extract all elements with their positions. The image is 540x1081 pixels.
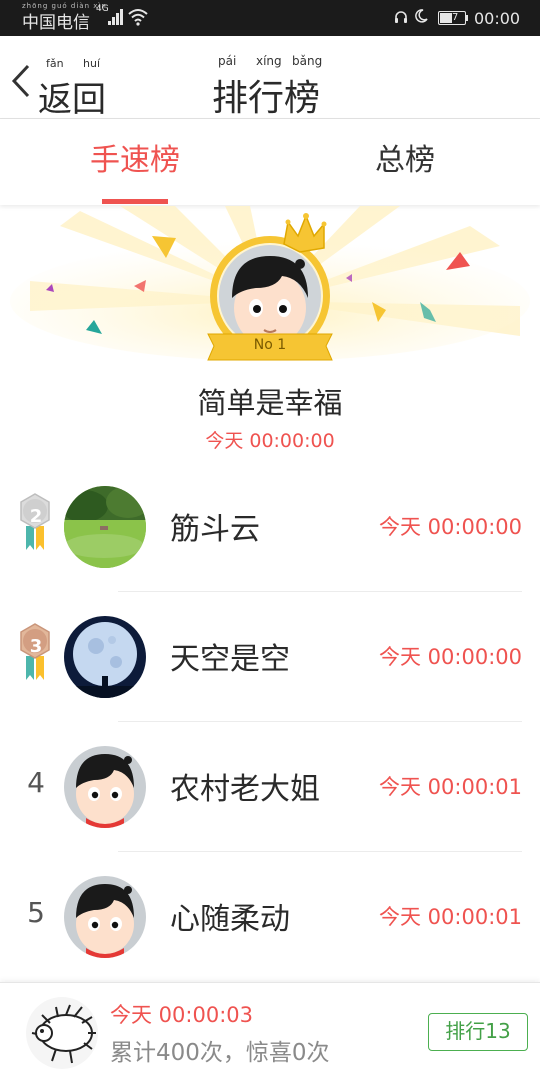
my-result-bar: 今天 00:00:03 累计400次，惊喜0次 排行13 bbox=[0, 982, 540, 1081]
user-time: 今天 00:00:01 bbox=[379, 905, 522, 929]
active-tab-indicator bbox=[102, 199, 168, 204]
my-avatar[interactable] bbox=[26, 997, 98, 1069]
network-type: 4G bbox=[96, 4, 109, 14]
avatar-moon bbox=[64, 616, 146, 698]
status-bar: zhōng guó diàn xìn 中国电信 4G 47 00:00 bbox=[0, 0, 540, 36]
champion-time: 今天 00:00:00 bbox=[205, 430, 335, 452]
carrier-name: 中国电信 bbox=[22, 13, 90, 33]
user-time: 今天 00:00:00 bbox=[379, 515, 522, 539]
crown-icon bbox=[283, 213, 327, 253]
back-pinyin-2: huí bbox=[83, 57, 100, 70]
ranking-row-3[interactable]: 3 天空是空 今天 00:00:00 bbox=[0, 592, 540, 722]
headset-icon bbox=[395, 11, 407, 23]
title-pinyin-1: pái bbox=[218, 54, 237, 68]
champion-name: 简单是幸福 bbox=[197, 386, 343, 420]
avatar-cartoon bbox=[64, 876, 146, 958]
do-not-disturb-moon-icon bbox=[415, 9, 428, 23]
rank-number: 3 bbox=[29, 636, 43, 657]
chevron-left-icon bbox=[11, 64, 30, 98]
wifi-icon bbox=[128, 9, 148, 26]
tab-total-ranking[interactable]: 总榜 bbox=[270, 119, 540, 205]
battery-icon: 47 bbox=[438, 11, 466, 25]
user-name: 心随柔动 bbox=[170, 902, 290, 937]
ranking-row-5[interactable]: 5 心随柔动 今天 00:00:01 bbox=[0, 852, 540, 982]
user-time: 今天 00:00:00 bbox=[379, 645, 522, 669]
my-stats: 累计400次，惊喜0次 bbox=[110, 1040, 330, 1066]
ranking-row-2[interactable]: 2 筋斗云 今天 00:00:00 bbox=[0, 462, 540, 592]
avatar-cartoon bbox=[64, 746, 146, 828]
user-time: 今天 00:00:01 bbox=[379, 775, 522, 799]
title-text: 排行榜 bbox=[212, 78, 321, 119]
page-title: pái xíng bǎng 排行榜 bbox=[210, 52, 340, 119]
champion-section: No 1 简单是幸福 今天 00:00:00 bbox=[0, 206, 540, 456]
my-rank-button[interactable]: 排行13 bbox=[428, 1013, 528, 1051]
signal-icon bbox=[108, 9, 124, 25]
user-name: 天空是空 bbox=[170, 642, 290, 677]
title-pinyin-3: bǎng bbox=[292, 54, 323, 68]
rank-number: 5 bbox=[27, 896, 45, 929]
title-pinyin-2: xíng bbox=[256, 54, 282, 68]
user-name: 筋斗云 bbox=[170, 512, 260, 547]
rank-number: 2 bbox=[29, 506, 43, 527]
battery-level: 47 bbox=[445, 12, 459, 23]
ranking-row-4[interactable]: 4 农村老大姐 今天 00:00:01 bbox=[0, 722, 540, 852]
user-name: 农村老大姐 bbox=[170, 772, 320, 807]
back-pinyin-1: fǎn bbox=[46, 57, 64, 70]
tab-speed-ranking[interactable]: 手速榜 bbox=[0, 119, 270, 205]
my-time: 今天 00:00:03 bbox=[110, 1003, 253, 1027]
avatar-landscape bbox=[64, 486, 146, 568]
tab-bar: 手速榜 总榜 bbox=[0, 119, 540, 205]
champion-badge: No 1 bbox=[253, 337, 287, 353]
navigation-bar: fǎn huí 返回 pái xíng bǎng 排行榜 bbox=[0, 36, 540, 120]
back-button[interactable]: fǎn huí 返回 bbox=[10, 56, 120, 120]
back-label: 返回 bbox=[38, 80, 106, 120]
rank-number: 4 bbox=[27, 766, 45, 799]
clock: 00:00 bbox=[474, 9, 521, 28]
